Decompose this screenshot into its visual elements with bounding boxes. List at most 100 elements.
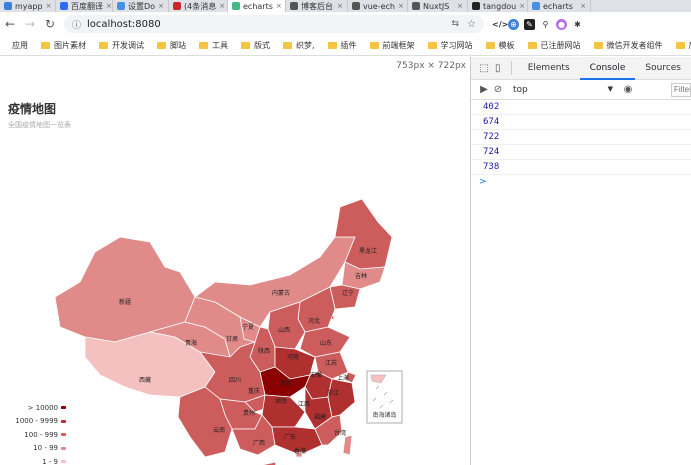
tab-close-icon[interactable]: × [577,2,586,10]
tab-favicon-icon [117,2,125,10]
inset-label: 南海诸岛 [372,411,396,419]
bookmark-apps[interactable]: 应用 [12,40,28,51]
folder-icon [369,42,379,49]
tab-close-icon[interactable]: × [43,2,52,10]
translate-icon[interactable]: ⇆ [451,19,459,29]
tab-favicon-icon [352,2,360,10]
bookmark-folder[interactable]: 后台管理 [675,40,691,51]
legend-swatch [61,406,66,410]
province-label: 内蒙古 [272,289,290,297]
browser-tab[interactable]: 设置Do × [113,0,169,12]
tab-favicon-icon [532,2,540,10]
legend-label: 1 - 9 [42,457,58,465]
bookmark-star-icon[interactable]: ☆ [467,19,476,30]
clear-console-icon[interactable]: ⊘ [491,84,505,95]
browser-tab[interactable]: 百度翻译 × [56,0,113,12]
tab-close-icon[interactable]: × [454,2,463,10]
context-selector[interactable]: top ▼ [513,85,613,95]
province-label: 香港 [294,447,306,455]
folder-icon [283,42,292,49]
extension-icon[interactable]: ⊕ [508,18,519,30]
puzzle-extension-icon[interactable]: ✱ [572,18,583,30]
bookmark-folder[interactable]: 版式 [241,40,270,51]
device-toggle-icon[interactable]: ▯ [491,63,505,74]
bookmark-folder[interactable]: 织梦, [283,40,315,51]
bookmark-label: 插件 [340,41,357,50]
bookmark-folder[interactable]: 脚站 [157,40,186,51]
browser-tab[interactable]: echarts × [228,0,286,12]
browser-tab[interactable]: myapp × [0,0,56,12]
province-label: 广西 [253,439,265,447]
devtools-tab-console[interactable]: Console [579,57,636,80]
bookmark-label: 微信开发者组件 [606,41,663,50]
legend-label: > 10000 [27,403,58,412]
province-label: 河北 [308,317,320,325]
tab-close-icon[interactable]: × [395,2,404,10]
bookmark-label: 开发调试 [112,41,144,50]
eye-icon[interactable]: ◉ [621,84,635,95]
devtools-tab-sources[interactable]: Sources [635,57,691,80]
bookmark-label: 已注册网站 [540,41,581,50]
console-filter-input[interactable] [671,82,691,97]
page-viewport: 753px × 722px 疫情地图 全国疫情地图一览表 新疆 西藏 青海 甘肃 内蒙古… [0,57,470,465]
browser-tab[interactable]: vue-ech × [348,0,408,12]
legend-item[interactable]: 100 - 999 [8,428,66,442]
code-extension-icon[interactable]: </> [492,18,508,30]
bookmark-folder[interactable]: 已注册网站 [527,40,581,51]
tab-close-icon[interactable]: × [103,2,112,10]
browser-tab[interactable]: tangdou × [468,0,528,12]
browser-tab[interactable]: NuxtJS × [408,0,468,12]
province-layer: 新疆西藏青海甘肃内蒙古黑龙江吉林辽宁北京天津河北山西宁夏陕西山东河南江苏安徽上海… [54,198,393,465]
folder-icon [99,42,108,49]
legend-item[interactable]: 1000 - 9999 [8,415,66,429]
legend-item[interactable]: 10 - 99 [8,442,66,456]
console-prompt[interactable]: > [471,175,691,189]
bookmark-folder[interactable]: 前端框架 [369,40,415,51]
browser-tab[interactable]: 博客后台 × [286,0,348,12]
browser-tab[interactable]: (4条消息 × [169,0,228,12]
sidebar-toggle-icon[interactable]: ▶ [477,84,491,95]
tab-close-icon[interactable]: × [273,2,282,10]
province-region[interactable] [327,378,356,418]
province-label: 河南 [287,353,299,361]
bookmark-folder[interactable]: 微信开发者组件 [593,40,663,51]
province-label: 陕西 [258,347,270,355]
back-arrow-icon[interactable]: ← [0,17,20,31]
south-sea-inset: 南海诸岛 [366,370,403,424]
address-bar[interactable]: ⓘ localhost:8080 ⇆ ☆ [64,15,484,33]
bookmark-folder[interactable]: 开发调试 [99,40,144,51]
forward-arrow-icon[interactable]: → [20,17,40,31]
console-log-list: 402 674 722 724 738 [471,100,691,175]
tab-close-icon[interactable]: × [155,2,164,10]
devtools-tab-elements[interactable]: Elements [518,57,580,80]
bookmark-folder[interactable]: 工具 [199,40,228,51]
legend-item[interactable]: > 10000 [8,401,66,415]
china-epidemic-map[interactable]: 新疆西藏青海甘肃内蒙古黑龙江吉林辽宁北京天津河北山西宁夏陕西山东河南江苏安徽上海… [0,57,470,465]
folder-icon [157,42,166,49]
tab-close-icon[interactable]: × [516,2,525,10]
province-region[interactable] [342,434,353,456]
bookmark-folder[interactable]: 图片素材 [41,40,86,51]
picker-extension-icon[interactable]: ⚲ [540,18,551,30]
reload-icon[interactable]: ↻ [40,17,60,31]
tab-close-icon[interactable]: × [334,2,343,10]
tab-close-icon[interactable]: × [216,2,225,10]
inspect-icon[interactable]: ⬚ [477,63,491,74]
color-extension-icon[interactable]: ● [556,18,567,30]
bookmark-folder[interactable]: 学习网站 [427,40,473,51]
folder-icon [675,42,685,49]
legend-label: 1000 - 9999 [15,417,58,426]
folder-icon [427,42,437,49]
browser-tab[interactable]: echarts × [528,0,591,12]
edit-extension-icon[interactable]: ✎ [524,18,535,30]
tab-title: echarts [543,1,573,11]
bookmark-label: 工具 [212,41,228,50]
bookmark-folder[interactable]: 插件 [327,40,357,51]
info-icon[interactable]: ⓘ [72,18,81,31]
legend-swatch [61,419,66,423]
bookmark-folder[interactable]: 模板 [485,40,515,51]
province-label: 山西 [278,326,290,334]
legend-item[interactable]: 1 - 9 [8,455,66,465]
legend-label: 100 - 999 [24,430,58,439]
tab-favicon-icon [232,2,240,10]
